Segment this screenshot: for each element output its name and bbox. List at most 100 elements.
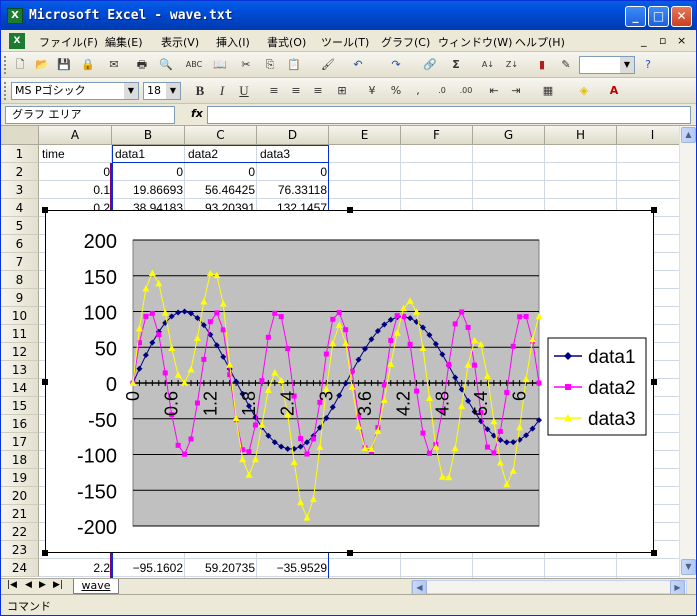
insert-function-icon[interactable]: fx bbox=[191, 107, 203, 120]
font-name-combo[interactable]: MS Pゴシック ▼ bbox=[11, 82, 139, 100]
sort-descending-icon[interactable]: Z↓ bbox=[503, 56, 521, 74]
row-header-19[interactable]: 19 bbox=[1, 469, 39, 487]
column-header-h[interactable]: H bbox=[545, 126, 617, 145]
borders-icon[interactable]: ▦ bbox=[539, 82, 557, 100]
drawing-icon[interactable]: ✎ bbox=[557, 56, 575, 74]
row-header-3[interactable]: 3 bbox=[1, 181, 39, 199]
chart-resize-handle[interactable] bbox=[42, 550, 48, 556]
chart-resize-handle[interactable] bbox=[651, 207, 657, 213]
row-header-13[interactable]: 13 bbox=[1, 361, 39, 379]
name-box[interactable]: グラフ エリア bbox=[5, 106, 175, 124]
row-header-6[interactable]: 6 bbox=[1, 235, 39, 253]
last-sheet-button[interactable]: ▶| bbox=[53, 580, 63, 590]
percent-button[interactable]: % bbox=[387, 82, 405, 100]
underline-button[interactable]: U bbox=[235, 82, 253, 100]
doc-close-button[interactable]: × bbox=[677, 34, 686, 47]
chevron-down-icon[interactable]: ▼ bbox=[124, 83, 138, 99]
menu-help[interactable]: ヘルプ(H) bbox=[515, 34, 565, 50]
menu-view[interactable]: 表示(V) bbox=[161, 34, 199, 50]
font-size-combo[interactable]: 18 ▼ bbox=[143, 82, 181, 100]
formula-input[interactable] bbox=[207, 106, 691, 124]
chart-resize-handle[interactable] bbox=[347, 550, 353, 556]
copy-icon[interactable]: ⎘ bbox=[261, 56, 279, 74]
row-header-10[interactable]: 10 bbox=[1, 307, 39, 325]
decrease-decimal-icon[interactable]: .00 bbox=[457, 82, 475, 100]
align-left-icon[interactable]: ≡ bbox=[265, 82, 283, 100]
print-icon[interactable]: 🖶 bbox=[133, 56, 151, 74]
row-header-12[interactable]: 12 bbox=[1, 343, 39, 361]
excel-app-icon[interactable]: X bbox=[7, 8, 23, 24]
menu-file[interactable]: ファイル(F) bbox=[39, 34, 98, 50]
doc-minimize-button[interactable]: _ bbox=[641, 34, 647, 47]
chevron-down-icon[interactable]: ▼ bbox=[620, 57, 634, 73]
select-all-corner[interactable] bbox=[1, 126, 39, 145]
merge-center-icon[interactable]: ⊞ bbox=[333, 82, 351, 100]
row-header-24[interactable]: 24 bbox=[1, 559, 39, 577]
document-icon[interactable]: X bbox=[9, 33, 25, 49]
row-header-1[interactable]: 1 bbox=[1, 145, 39, 163]
next-sheet-button[interactable]: ▶ bbox=[39, 580, 46, 590]
sort-ascending-icon[interactable]: A↓ bbox=[479, 56, 497, 74]
row-header-22[interactable]: 22 bbox=[1, 523, 39, 541]
permission-icon[interactable]: 🔒 bbox=[79, 56, 97, 74]
chart-wizard-icon[interactable]: ▮ bbox=[533, 56, 551, 74]
menu-insert[interactable]: 挿入(I) bbox=[216, 34, 250, 50]
bold-button[interactable]: B bbox=[191, 82, 209, 100]
row-header-2[interactable]: 2 bbox=[1, 163, 39, 181]
column-header-g[interactable]: G bbox=[473, 126, 545, 145]
toolbar-grip[interactable] bbox=[4, 82, 7, 100]
chart-resize-handle[interactable] bbox=[347, 207, 353, 213]
zoom-combo[interactable]: ▼ bbox=[579, 56, 635, 74]
minimize-button[interactable]: _ bbox=[625, 6, 646, 27]
doc-restore-button[interactable]: ▫ bbox=[659, 34, 666, 47]
decrease-indent-icon[interactable]: ⇤ bbox=[485, 82, 503, 100]
menu-chart[interactable]: グラフ(C) bbox=[381, 34, 430, 50]
column-header-a[interactable]: A bbox=[39, 126, 112, 145]
row-header-9[interactable]: 9 bbox=[1, 289, 39, 307]
row-header-8[interactable]: 8 bbox=[1, 271, 39, 289]
prev-sheet-button[interactable]: ◀ bbox=[25, 580, 32, 590]
chart-area[interactable]: -200 -150 -100 -50 0 50 100 150 200 0 0.6 1.2 1.8 2.4… bbox=[45, 210, 654, 553]
comma-button[interactable]: , bbox=[409, 82, 427, 100]
menu-window[interactable]: ウィンドウ(W) bbox=[438, 34, 512, 50]
menu-format[interactable]: 書式(O) bbox=[267, 34, 306, 50]
title-bar[interactable]: X Microsoft Excel - wave.txt _ □ ✕ bbox=[1, 1, 696, 30]
increase-decimal-icon[interactable]: .0 bbox=[433, 82, 451, 100]
line-chart[interactable]: -200 -150 -100 -50 0 50 100 150 200 0 0.6 1.2 1.8 2.4… bbox=[46, 211, 655, 554]
menu-tools[interactable]: ツール(T) bbox=[321, 34, 369, 50]
align-center-icon[interactable]: ≡ bbox=[287, 82, 305, 100]
first-sheet-button[interactable]: |◀ bbox=[7, 580, 17, 590]
paste-icon[interactable]: 📋 bbox=[285, 56, 303, 74]
chart-resize-handle[interactable] bbox=[42, 379, 48, 385]
scroll-up-button[interactable]: ▲ bbox=[681, 127, 696, 143]
format-painter-icon[interactable]: 🖌 bbox=[319, 56, 337, 74]
cell-a1[interactable]: time bbox=[40, 145, 112, 163]
row-header-15[interactable]: 15 bbox=[1, 397, 39, 415]
column-header-d[interactable]: D bbox=[257, 126, 329, 145]
scroll-down-button[interactable]: ▼ bbox=[681, 559, 696, 575]
close-button[interactable]: ✕ bbox=[671, 6, 692, 27]
row-header-4[interactable]: 4 bbox=[1, 199, 39, 217]
font-color-icon[interactable]: A bbox=[605, 82, 623, 100]
spelling-icon[interactable]: ABC bbox=[185, 56, 203, 74]
row-header-11[interactable]: 11 bbox=[1, 325, 39, 343]
chart-resize-handle[interactable] bbox=[651, 550, 657, 556]
research-icon[interactable]: 📖 bbox=[211, 56, 229, 74]
currency-icon[interactable]: ¥ bbox=[363, 82, 381, 100]
new-icon[interactable]: 🗋 bbox=[11, 56, 29, 74]
column-header-b[interactable]: B bbox=[112, 126, 185, 145]
column-header-e[interactable]: E bbox=[329, 126, 401, 145]
print-preview-icon[interactable]: 🔍 bbox=[157, 56, 175, 74]
column-header-c[interactable]: C bbox=[185, 126, 257, 145]
row-header-17[interactable]: 17 bbox=[1, 433, 39, 451]
sheet-tab-wave[interactable]: wave bbox=[73, 579, 119, 594]
help-icon[interactable]: ? bbox=[639, 56, 657, 74]
column-header-f[interactable]: F bbox=[401, 126, 473, 145]
menu-edit[interactable]: 編集(E) bbox=[105, 34, 143, 50]
cut-icon[interactable]: ✂ bbox=[237, 56, 255, 74]
redo-icon[interactable]: ↷ bbox=[387, 56, 405, 74]
row-header-5[interactable]: 5 bbox=[1, 217, 39, 235]
open-icon[interactable]: 📂 bbox=[33, 56, 51, 74]
autosum-icon[interactable]: Σ bbox=[447, 56, 465, 74]
row-header-7[interactable]: 7 bbox=[1, 253, 39, 271]
